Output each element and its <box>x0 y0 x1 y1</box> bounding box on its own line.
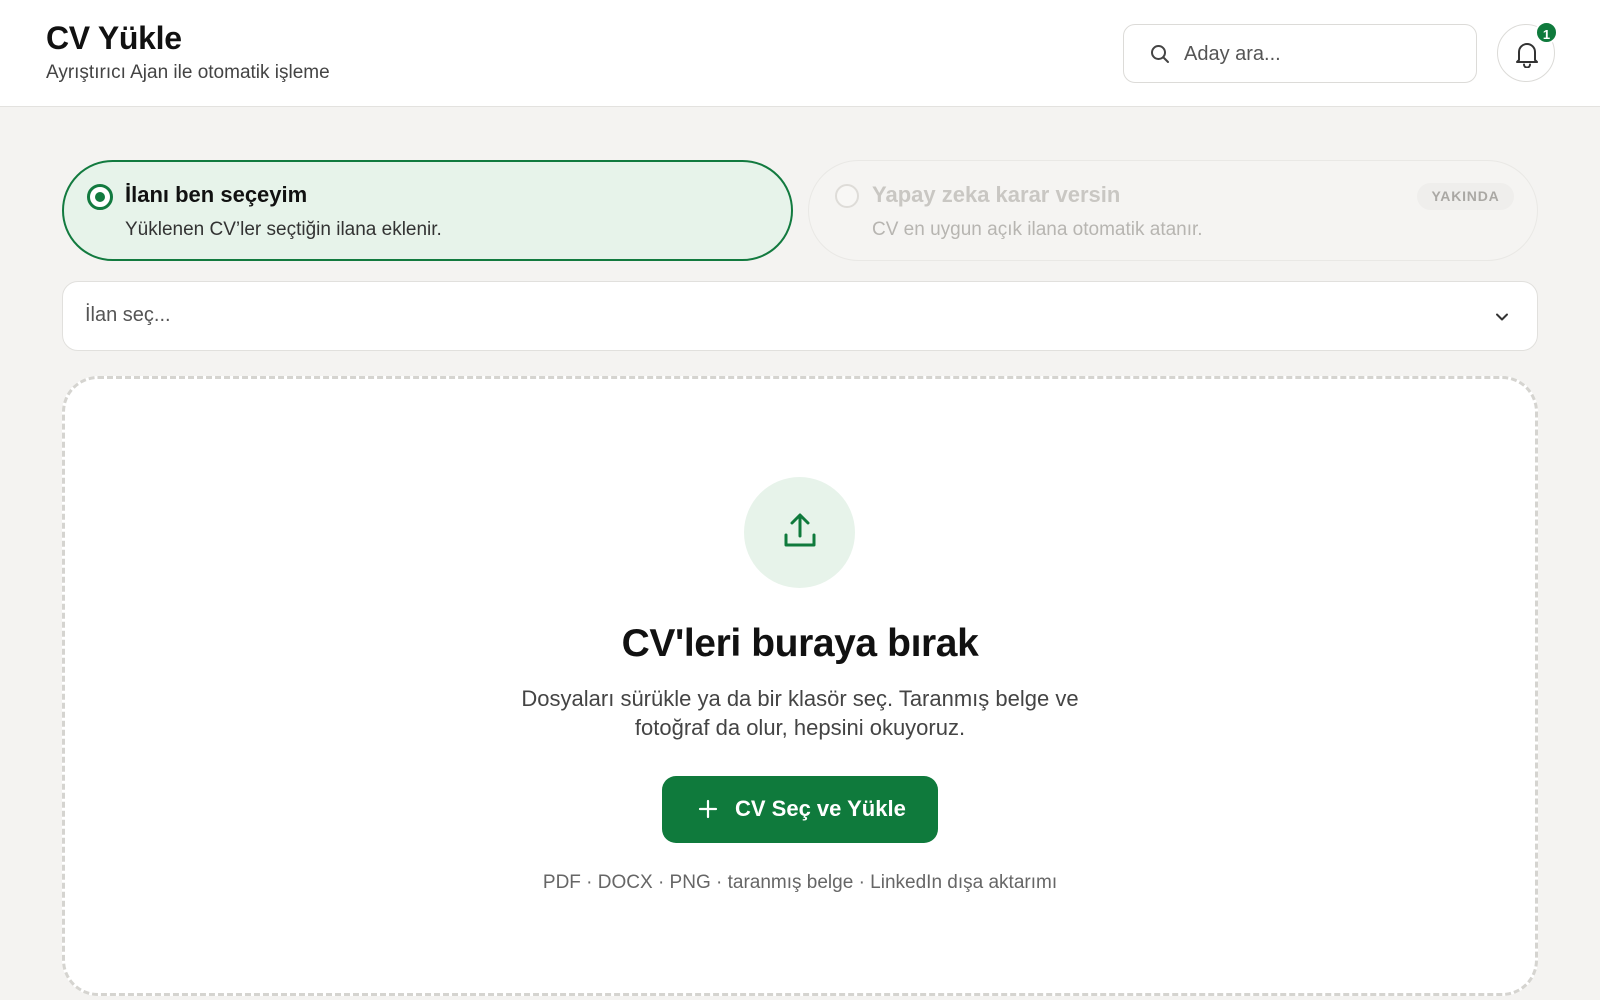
dropzone-title: CV'leri buraya bırak <box>621 622 979 665</box>
page-title: CV Yükle <box>46 20 182 56</box>
job-select-dropdown[interactable]: İlan seç... <box>62 281 1538 351</box>
dropzone-description-line: fotoğraf da olur, hepsini okuyoruz. <box>634 715 966 740</box>
top-header: CV Yükle Ayrıştırıcı Ajan ile otomatik i… <box>0 0 1600 107</box>
upload-button-label: CV Seç ve Yükle <box>735 796 906 821</box>
upload-icon-circle <box>744 477 855 588</box>
option-title: İlanı ben seçeyim <box>125 182 308 207</box>
job-select-placeholder: İlan seç... <box>85 304 171 326</box>
supported-formats: PDF · DOCX · PNG · taranmış belge · Link… <box>542 872 1058 893</box>
option-description: CV en uygun açık ilana otomatik atanır. <box>872 219 1203 240</box>
search-icon <box>1151 45 1169 63</box>
bell-icon <box>1516 43 1538 68</box>
chevron-down-icon <box>1496 313 1508 321</box>
radio-unselected <box>835 184 859 208</box>
search-input[interactable] <box>1184 35 1464 73</box>
dropzone-description-line: Dosyaları sürükle ya da bir klasör seç. … <box>521 686 1079 711</box>
option-description: Yüklenen CV’ler seçtiğin ilana eklenir. <box>125 219 442 240</box>
option-title: Yapay zeka karar versin <box>872 182 1121 207</box>
coming-soon-badge: YAKINDA <box>1417 183 1514 210</box>
notification-badge: 1 <box>1535 21 1558 44</box>
radio-selected[interactable] <box>87 184 113 210</box>
option-ai-decide: Yapay zeka karar versin CV en uygun açık… <box>808 160 1538 261</box>
plus-icon <box>698 799 718 819</box>
select-and-upload-button[interactable]: CV Seç ve Yükle <box>662 776 938 843</box>
option-manual-select[interactable]: İlanı ben seçeyim Yüklenen CV’ler seçtiğ… <box>62 160 793 261</box>
upload-icon <box>784 513 816 547</box>
page-subtitle: Ayrıştırıcı Ajan ile otomatik işleme <box>46 62 330 83</box>
dropzone-description: Dosyaları sürükle ya da bir klasör seç. … <box>490 684 1110 742</box>
search-box[interactable] <box>1123 24 1477 83</box>
